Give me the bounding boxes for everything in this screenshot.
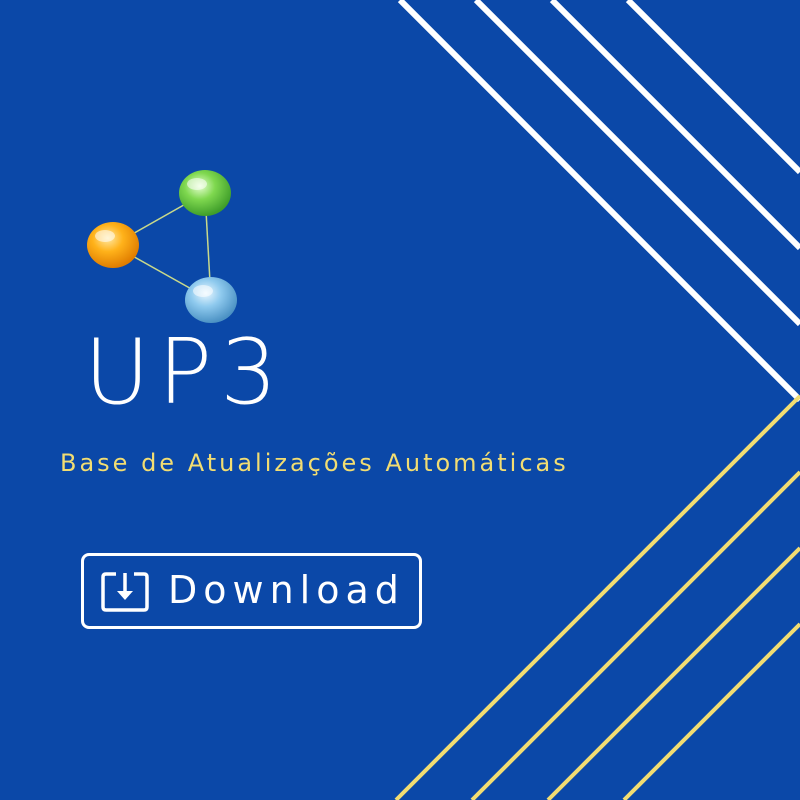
download-icon bbox=[101, 572, 149, 612]
banner: UP3 Base de Atualizações Automáticas Dow… bbox=[0, 0, 800, 800]
download-button-label: Download bbox=[168, 568, 405, 612]
brand-title: UP3 bbox=[84, 320, 286, 425]
brand-tagline: Base de Atualizações Automáticas bbox=[60, 449, 569, 477]
green-node bbox=[179, 170, 231, 216]
orange-node bbox=[87, 222, 139, 268]
blue-node bbox=[185, 277, 237, 323]
download-button[interactable]: Download bbox=[81, 553, 422, 629]
